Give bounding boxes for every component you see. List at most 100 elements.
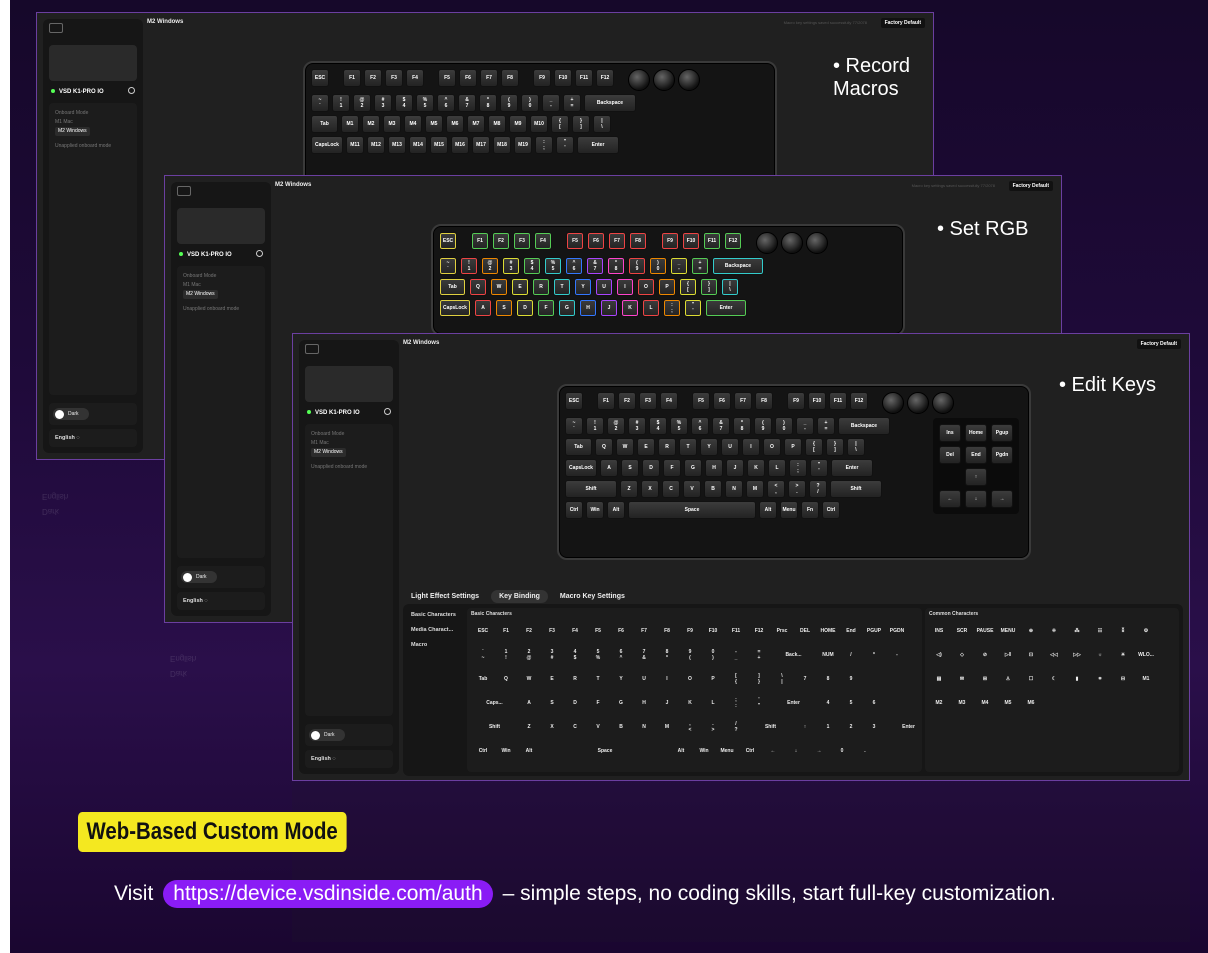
- binding-key[interactable]: M6: [1021, 694, 1041, 712]
- rotary-knob[interactable]: [781, 232, 803, 254]
- language-select[interactable]: English ◌: [177, 592, 265, 610]
- key-m1[interactable]: M1: [341, 115, 359, 133]
- key-backspace[interactable]: Backspace: [584, 94, 636, 112]
- rotary-knob[interactable]: [756, 232, 778, 254]
- binding-key[interactable]: End: [841, 622, 861, 640]
- key-[interactable]: : ;: [789, 459, 807, 477]
- binding-key[interactable]: *: [864, 646, 884, 664]
- key-capslock[interactable]: CapsLock: [311, 136, 343, 154]
- key-[interactable]: : ;: [535, 136, 553, 154]
- media-icon[interactable]: ⊟: [1113, 670, 1133, 688]
- rotary-knob[interactable]: [932, 392, 954, 414]
- key-del[interactable]: Del: [939, 446, 961, 464]
- key-alt[interactable]: Alt: [607, 501, 625, 519]
- mode-item-windows[interactable]: M2 Windows: [311, 448, 387, 457]
- key-9[interactable]: ( 9: [754, 417, 772, 435]
- binding-key[interactable]: 2: [841, 718, 861, 736]
- binding-key[interactable]: N: [634, 718, 654, 736]
- key-[interactable]: < ,: [767, 480, 785, 498]
- key-4[interactable]: $ 4: [395, 94, 413, 112]
- key-[interactable]: _ -: [542, 94, 560, 112]
- key-h[interactable]: H: [705, 459, 723, 477]
- key-f1[interactable]: F1: [343, 69, 361, 87]
- auth-url-link[interactable]: https://device.vsdinside.com/auth: [163, 880, 493, 908]
- key-t[interactable]: T: [679, 438, 697, 456]
- key-s[interactable]: S: [621, 459, 639, 477]
- key-f10[interactable]: F10: [808, 392, 826, 410]
- key-f11[interactable]: F11: [829, 392, 847, 410]
- binding-key[interactable]: X: [542, 718, 562, 736]
- binding-key[interactable]: Win: [496, 742, 516, 760]
- key-arrow-down[interactable]: ↓: [965, 490, 987, 508]
- key-2[interactable]: @ 2: [353, 94, 371, 112]
- binding-key[interactable]: Enter: [887, 718, 930, 736]
- binding-key[interactable]: J: [657, 694, 677, 712]
- key-[interactable]: ~ `: [439, 257, 457, 275]
- key-[interactable]: ~ `: [311, 94, 329, 112]
- key-f4[interactable]: F4: [534, 232, 552, 250]
- binding-key[interactable]: [ {: [726, 670, 746, 688]
- mode-item-mac[interactable]: M1 Mac: [311, 439, 387, 448]
- binding-category-1[interactable]: Media Charact...: [411, 623, 465, 638]
- key-8[interactable]: * 8: [733, 417, 751, 435]
- key-m13[interactable]: M13: [388, 136, 406, 154]
- binding-key[interactable]: Alt: [519, 742, 539, 760]
- key-pgup[interactable]: Pgup: [991, 424, 1013, 442]
- binding-key[interactable]: /: [841, 646, 861, 664]
- key-f6[interactable]: F6: [587, 232, 605, 250]
- media-icon[interactable]: ◇: [952, 646, 972, 664]
- device-card[interactable]: [177, 208, 265, 244]
- binding-key[interactable]: 6 ^: [611, 646, 631, 664]
- key-m9[interactable]: M9: [509, 115, 527, 133]
- key-f1[interactable]: F1: [597, 392, 615, 410]
- binding-key[interactable]: M1: [1136, 670, 1156, 688]
- binding-key[interactable]: 0 ): [703, 646, 723, 664]
- rotary-knob[interactable]: [678, 69, 700, 91]
- key-l[interactable]: L: [642, 299, 660, 317]
- key-1[interactable]: ! 1: [332, 94, 350, 112]
- device-card[interactable]: [305, 366, 393, 402]
- binding-key[interactable]: W: [519, 670, 539, 688]
- key-end[interactable]: End: [965, 446, 987, 464]
- binding-key[interactable]: 5 %: [588, 646, 608, 664]
- key-f[interactable]: F: [663, 459, 681, 477]
- media-icon[interactable]: ⁜: [1044, 622, 1064, 640]
- key-f8[interactable]: F8: [755, 392, 773, 410]
- key-m15[interactable]: M15: [430, 136, 448, 154]
- key-o[interactable]: O: [637, 278, 655, 296]
- binding-key[interactable]: F8: [657, 622, 677, 640]
- key-esc[interactable]: ESC: [311, 69, 329, 87]
- media-icon[interactable]: ◁◁: [1044, 646, 1064, 664]
- key-s[interactable]: S: [495, 299, 513, 317]
- key-m10[interactable]: M10: [530, 115, 548, 133]
- key-tab[interactable]: Tab: [311, 115, 338, 133]
- binding-key[interactable]: .: [855, 742, 875, 760]
- binding-key[interactable]: O: [680, 670, 700, 688]
- binding-key[interactable]: 1 !: [496, 646, 516, 664]
- binding-key[interactable]: PAUSE: [975, 622, 995, 640]
- key-k[interactable]: K: [747, 459, 765, 477]
- key-f7[interactable]: F7: [734, 392, 752, 410]
- key-7[interactable]: & 7: [458, 94, 476, 112]
- key-f7[interactable]: F7: [480, 69, 498, 87]
- media-icon[interactable]: ⊡: [1021, 646, 1041, 664]
- binding-category-2[interactable]: Macro: [411, 638, 465, 653]
- key-[interactable]: " ': [556, 136, 574, 154]
- key-9[interactable]: ( 9: [500, 94, 518, 112]
- key-menu[interactable]: Menu: [780, 501, 798, 519]
- binding-key[interactable]: MENU: [998, 622, 1018, 640]
- key-f10[interactable]: F10: [554, 69, 572, 87]
- key-6[interactable]: ^ 6: [565, 257, 583, 275]
- key-j[interactable]: J: [726, 459, 744, 477]
- key-i[interactable]: I: [742, 438, 760, 456]
- key-f9[interactable]: F9: [787, 392, 805, 410]
- binding-key[interactable]: →: [809, 742, 829, 760]
- binding-key[interactable]: Ctrl: [473, 742, 493, 760]
- binding-key[interactable]: ; :: [726, 694, 746, 712]
- binding-key[interactable]: 7 &: [634, 646, 654, 664]
- key-f11[interactable]: F11: [575, 69, 593, 87]
- binding-key[interactable]: C: [565, 718, 585, 736]
- key-m5[interactable]: M5: [425, 115, 443, 133]
- key-4[interactable]: $ 4: [523, 257, 541, 275]
- key-q[interactable]: Q: [595, 438, 613, 456]
